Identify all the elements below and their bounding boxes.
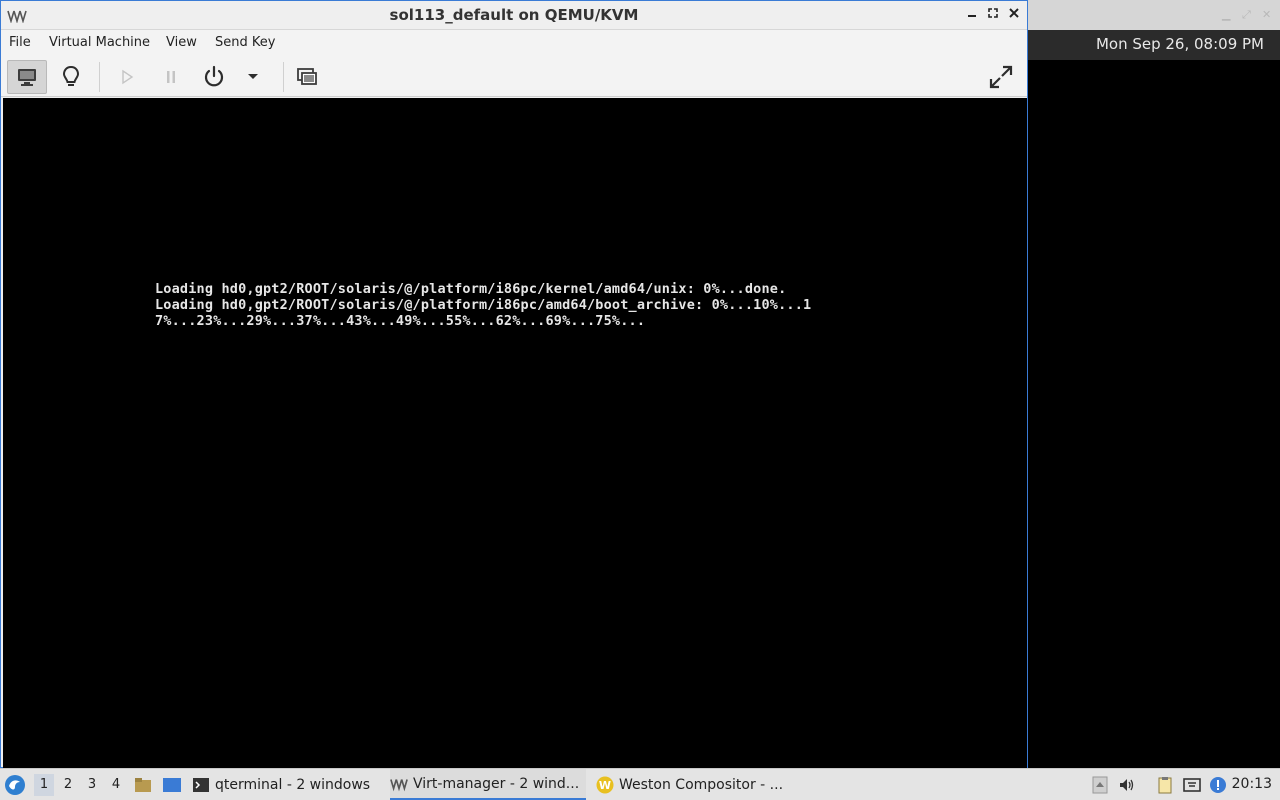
vm-console-display[interactable]: Loading hd0,gpt2/ROOT/solaris/@/platform… [3,98,1027,768]
taskbar-clock[interactable]: 20:13 [1232,776,1272,792]
notification-icon [1210,777,1226,793]
console-view-button[interactable] [7,60,47,94]
virt-manager-icon [390,778,408,791]
maximize-icon [988,8,998,18]
power-icon [204,65,224,87]
bg-minimize-icon: ▁ [1222,8,1231,21]
close-button[interactable] [1005,6,1023,24]
window-title: sol113_default on QEMU/KVM [389,6,639,24]
update-notifier[interactable] [1209,776,1227,794]
taskbar: 1 2 3 4 qterminal - 2 windows Virt-manag… [0,768,1280,800]
workspace-1[interactable]: 1 [34,774,54,796]
folder-icon [135,778,151,792]
speaker-icon [1120,779,1134,791]
pause-icon [167,71,175,83]
pause-button[interactable] [151,60,191,94]
menu-view[interactable]: View [166,35,197,50]
background-panel: Mon Sep 26, 08:09 PM [1028,30,1280,60]
terminal-icon [193,777,209,792]
shutdown-button[interactable] [194,60,234,94]
clipboard-icon [1158,777,1172,794]
menu-file[interactable]: File [9,35,31,50]
minimize-button[interactable] [963,6,981,24]
maximize-button[interactable] [984,6,1002,24]
lxqt-logo-icon [5,775,25,795]
run-button[interactable] [107,60,147,94]
arrow-up-icon [1092,776,1108,794]
snapshots-button[interactable] [287,60,327,94]
svg-text:W: W [599,779,611,792]
desktop-icon [163,778,181,792]
shutdown-menu-button[interactable] [233,60,273,94]
volume-control[interactable] [1118,776,1136,794]
fullscreen-button[interactable] [981,60,1021,94]
minimize-icon [968,15,976,17]
task-virt-manager[interactable]: Virt-manager - 2 wind... [390,769,586,800]
task-qterminal[interactable]: qterminal - 2 windows [192,769,378,800]
toolbar [1,55,1027,97]
task-label: Weston Compositor - ... [619,776,784,793]
lightbulb-icon [62,65,80,86]
file-manager-launcher[interactable] [134,776,152,794]
network-icon [1183,778,1201,792]
workspace-4[interactable]: 4 [106,777,126,792]
tray-panel-toggle[interactable] [1091,776,1109,794]
task-weston-compositor[interactable]: W Weston Compositor - ... [596,769,796,800]
menubar: File Virtual Machine View Send Key [1,30,1027,55]
toolbar-separator [283,62,284,92]
play-icon [122,69,134,85]
monitor-icon [18,69,36,86]
background-clock: Mon Sep 26, 08:09 PM [1095,35,1264,53]
background-window-titlebar: ▁ ⤢ ✕ [1028,0,1280,30]
task-label: Virt-manager - 2 wind... [413,775,580,792]
weston-icon: W [596,776,614,793]
window-titlebar[interactable]: sol113_default on QEMU/KVM [1,1,1027,30]
console-line: 7%...23%...29%...37%...43%...49%...55%..… [155,313,646,329]
bg-maximize-icon: ⤢ [1242,8,1251,21]
snapshots-icon [297,68,317,85]
console-line: Loading hd0,gpt2/ROOT/solaris/@/platform… [155,281,787,297]
bg-close-icon: ✕ [1262,8,1272,21]
toolbar-separator [99,62,100,92]
fullscreen-icon [989,65,1013,89]
details-button[interactable] [51,60,91,94]
task-label: qterminal - 2 windows [215,776,371,793]
vm-console-window: sol113_default on QEMU/KVM File Virtual … [0,0,1028,768]
menu-send-key[interactable]: Send Key [215,35,275,50]
menu-virtual-machine[interactable]: Virtual Machine [49,35,150,50]
close-icon [1009,8,1019,18]
console-line: Loading hd0,gpt2/ROOT/solaris/@/platform… [155,297,812,313]
chevron-down-icon [248,74,258,79]
start-menu-button[interactable] [4,774,26,796]
clipboard-tray[interactable] [1156,776,1174,794]
show-desktop-button[interactable] [162,776,182,794]
workspace-2[interactable]: 2 [58,777,78,792]
workspace-3[interactable]: 3 [82,777,102,792]
network-tray[interactable] [1183,776,1201,794]
